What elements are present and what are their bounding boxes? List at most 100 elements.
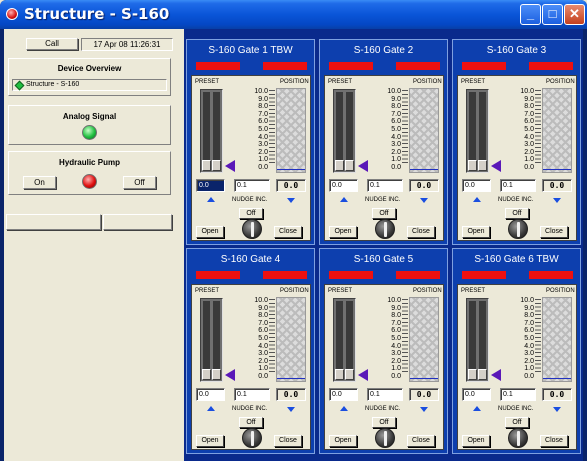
scale-tick-label: 3.0: [391, 350, 401, 358]
device-overview-box: Device Overview Structure - S-160: [8, 58, 171, 96]
nudge-up-button[interactable]: [204, 196, 218, 205]
gate-open-button[interactable]: Open: [329, 226, 357, 238]
nudge-value-input[interactable]: 0.1: [500, 179, 536, 192]
nudge-down-button[interactable]: [284, 405, 298, 414]
arrow-up-icon: [340, 406, 348, 411]
nudge-value-input[interactable]: 0.1: [234, 179, 270, 192]
slider-thumb-right[interactable]: [345, 369, 354, 380]
pump-on-button[interactable]: On: [23, 176, 56, 189]
app-icon[interactable]: [6, 8, 18, 20]
gate-status-bar-left: [329, 271, 373, 279]
gate-open-button[interactable]: Open: [462, 435, 490, 447]
gate-off-button[interactable]: Off: [505, 417, 529, 428]
slider-thumb-right[interactable]: [212, 160, 221, 171]
gate-close-button[interactable]: Close: [407, 435, 435, 447]
title-bar[interactable]: Structure - S-160 _ □ ✕: [0, 0, 587, 29]
nudge-down-button[interactable]: [550, 196, 564, 205]
scale-tick-label: 7.0: [391, 319, 401, 327]
slider-thumb-left[interactable]: [202, 160, 211, 171]
nudge-label: NUDGE INC.: [232, 406, 268, 412]
preset-slider[interactable]: [333, 298, 356, 382]
gate-open-button[interactable]: Open: [462, 226, 490, 238]
nudge-down-button[interactable]: [417, 405, 431, 414]
rotary-knob-icon[interactable]: [242, 219, 262, 239]
scale-tick-label: 6.0: [391, 118, 401, 126]
scale-tick-label: 6.0: [258, 118, 268, 126]
hydraulic-pump-title: Hydraulic Pump: [59, 158, 120, 167]
slider-thumb-left[interactable]: [202, 369, 211, 380]
gate-open-button[interactable]: Open: [329, 435, 357, 447]
knob-pointer: [384, 222, 387, 237]
blank-button-1[interactable]: [6, 214, 101, 230]
preset-value-input[interactable]: 0.0: [329, 179, 358, 192]
slider-thumb-right[interactable]: [478, 160, 487, 171]
gate-off-button[interactable]: Off: [239, 208, 263, 219]
pump-status-led-icon: [82, 174, 97, 189]
gate-open-button[interactable]: Open: [196, 226, 224, 238]
maximize-button[interactable]: □: [542, 4, 563, 25]
rotary-knob-icon[interactable]: [508, 219, 528, 239]
slider-thumb-right[interactable]: [212, 369, 221, 380]
slider-thumb-left[interactable]: [335, 369, 344, 380]
nudge-down-button[interactable]: [284, 196, 298, 205]
preset-value-input[interactable]: 0.0: [462, 179, 491, 192]
preset-value-input[interactable]: 0.0: [329, 388, 358, 401]
nudge-value-input[interactable]: 0.1: [367, 388, 403, 401]
gate-close-button[interactable]: Close: [540, 435, 568, 447]
preset-slider[interactable]: [333, 89, 356, 173]
scale-tick-label: 6.0: [524, 118, 534, 126]
gate-off-button[interactable]: Off: [505, 208, 529, 219]
gate-title: S-160 Gate 4: [220, 254, 281, 265]
scale-ticks: [402, 299, 408, 375]
nudge-value-input[interactable]: 0.1: [500, 388, 536, 401]
call-button-label: Call: [45, 39, 59, 48]
preset-value-input[interactable]: 0.0: [196, 179, 225, 192]
preset-value-input[interactable]: 0.0: [462, 388, 491, 401]
device-list-item[interactable]: Structure - S-160: [26, 81, 79, 88]
gate-off-button[interactable]: Off: [372, 417, 396, 428]
scale-tick-label: 10.0: [254, 297, 268, 304]
gate-close-button[interactable]: Close: [540, 226, 568, 238]
gate-status-bar-right: [263, 62, 307, 70]
nudge-up-button[interactable]: [337, 405, 351, 414]
preset-slider[interactable]: [200, 89, 223, 173]
scale-tick-label: 8.0: [524, 103, 534, 111]
call-button[interactable]: Call: [26, 38, 78, 50]
gate-off-button[interactable]: Off: [239, 417, 263, 428]
slider-thumb-left[interactable]: [335, 160, 344, 171]
rotary-knob-icon[interactable]: [242, 428, 262, 448]
gate-close-button[interactable]: Close: [274, 226, 302, 238]
rotary-knob-icon[interactable]: [375, 428, 395, 448]
slider-thumb-left[interactable]: [468, 160, 477, 171]
nudge-up-button[interactable]: [204, 405, 218, 414]
gate-open-button[interactable]: Open: [196, 435, 224, 447]
nudge-up-button[interactable]: [470, 405, 484, 414]
minimize-button[interactable]: _: [520, 4, 541, 25]
preset-slider[interactable]: [466, 298, 489, 382]
nudge-value-input[interactable]: 0.1: [234, 388, 270, 401]
slider-thumb-right[interactable]: [478, 369, 487, 380]
close-button[interactable]: ✕: [564, 4, 585, 25]
nudge-label: NUDGE INC.: [365, 406, 401, 412]
nudge-value-input[interactable]: 0.1: [367, 179, 403, 192]
nudge-up-button[interactable]: [470, 196, 484, 205]
gate-off-button[interactable]: Off: [372, 208, 396, 219]
scale-tick-label: 7.0: [258, 319, 268, 327]
slider-thumb-right[interactable]: [345, 160, 354, 171]
gate-close-button[interactable]: Close: [407, 226, 435, 238]
scale-tick-label: 0.0: [258, 372, 268, 380]
preset-value-input[interactable]: 0.0: [196, 388, 225, 401]
preset-slider[interactable]: [200, 298, 223, 382]
nudge-down-button[interactable]: [417, 196, 431, 205]
preset-indicator-arrow-icon: [225, 369, 235, 381]
position-label: POSITION: [546, 79, 575, 85]
nudge-up-button[interactable]: [337, 196, 351, 205]
gate-close-button[interactable]: Close: [274, 435, 302, 447]
rotary-knob-icon[interactable]: [508, 428, 528, 448]
blank-button-2[interactable]: [103, 214, 172, 230]
slider-thumb-left[interactable]: [468, 369, 477, 380]
nudge-down-button[interactable]: [550, 405, 564, 414]
rotary-knob-icon[interactable]: [375, 219, 395, 239]
preset-slider[interactable]: [466, 89, 489, 173]
pump-off-button[interactable]: Off: [123, 176, 156, 189]
